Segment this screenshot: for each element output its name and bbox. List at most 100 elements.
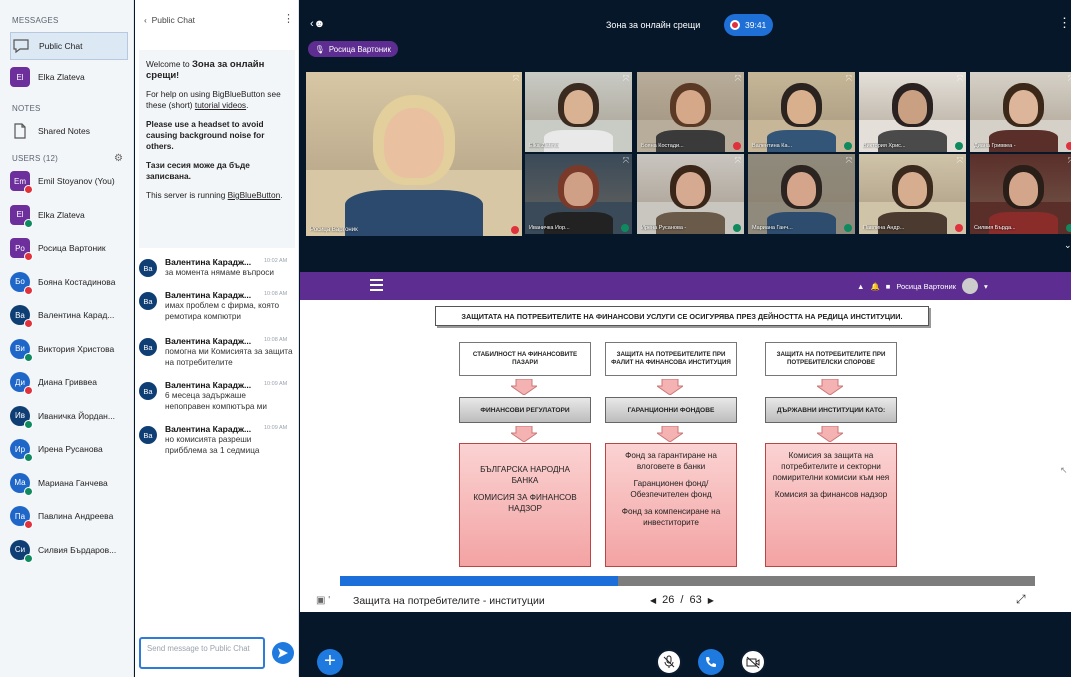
video-tile[interactable]: ⤧ Иваничка Йор...: [525, 154, 632, 234]
expand-icon[interactable]: ⤧: [846, 74, 852, 84]
video-tile[interactable]: ⤧ Мариана Ганч...: [748, 154, 855, 234]
video-tile[interactable]: ⤧ Росица Вартоник: [306, 72, 522, 236]
prev-slide-button[interactable]: ◀: [650, 596, 656, 605]
message-time: 10:09 AM: [264, 425, 288, 431]
recording-indicator[interactable]: 39:41: [724, 14, 773, 36]
gear-icon[interactable]: ⚙: [114, 153, 123, 164]
talking-name: Росица Вартоник: [328, 44, 391, 54]
video-tile[interactable]: ⤧ Павлина Андр...: [859, 154, 966, 234]
chevron-down-icon[interactable]: ▾: [984, 282, 988, 291]
mic-on-icon: [1066, 224, 1071, 232]
user-list-item[interactable]: Ва Валентина Карад...: [10, 301, 128, 329]
user-list-item[interactable]: Ив Иваничка Йордан...: [10, 402, 128, 430]
menu-icon[interactable]: [370, 279, 383, 291]
welcome-message: Welcome to Зона за онлайн срещи! For hel…: [139, 50, 295, 248]
message-time: 10:02 AM: [264, 258, 288, 264]
user-list-item[interactable]: Ди Диана Гриввеа: [10, 368, 128, 396]
user-name: Валентина Карад...: [38, 310, 115, 320]
send-button[interactable]: [272, 642, 294, 664]
more-options-icon[interactable]: ⋮: [283, 12, 294, 25]
avatar: Ир: [10, 439, 33, 462]
user-list-item[interactable]: Па Павлина Андреева: [10, 502, 128, 530]
sender-name: Валентина Карадж...: [165, 424, 252, 434]
slide-title: ЗАЩИТАТА НА ПОТРЕБИТЕЛИТЕ НА ФИНАНСОВИ У…: [435, 306, 929, 326]
user-list-item[interactable]: Ви Виктория Христова: [10, 335, 128, 363]
user-list-item[interactable]: Ма Мариана Ганчева: [10, 469, 128, 497]
expand-icon[interactable]: ⤧: [1068, 74, 1071, 84]
chat-title: Public Chat: [151, 15, 196, 25]
slides-icon[interactable]: ▣ ': [316, 595, 330, 606]
user-list-item[interactable]: Бо Бояна Костадинова: [10, 268, 128, 296]
video-tile[interactable]: ⤧ Ирена Русанова -: [637, 154, 744, 234]
leave-audio-button[interactable]: [698, 649, 724, 675]
mic-on-icon: [24, 453, 33, 462]
user-name: Мариана Ганчева: [38, 477, 108, 488]
mic-on-icon: [24, 352, 33, 362]
actions-button[interactable]: +: [317, 649, 343, 675]
arrow-down-icon: [815, 378, 845, 396]
avatar: Ва: [139, 292, 157, 310]
institution-name: Комисия за финансов надзор: [774, 490, 888, 499]
shared-notes-item[interactable]: Shared Notes: [10, 117, 128, 145]
notification-icon[interactable]: 🔔: [870, 282, 879, 291]
user-list-item[interactable]: Ир Ирена Русанова: [10, 435, 128, 463]
video-tile[interactable]: ⤧ Диана Гриввеа -: [970, 72, 1071, 152]
record-icon: [730, 20, 740, 30]
avatar: Си: [10, 539, 33, 563]
chat-header[interactable]: ‹ Public Chat: [144, 15, 195, 25]
total-pages: 63: [689, 594, 702, 606]
current-page[interactable]: 26: [662, 594, 674, 606]
institution-name: БЪЛГАРСКА НАРОДНА БАНКА: [480, 465, 570, 485]
mic-on-icon: [24, 419, 33, 429]
presenter-avatar[interactable]: [961, 278, 978, 294]
pin-icon[interactable]: ▲: [857, 282, 864, 291]
presenter-name: Росица Вартоник: [896, 281, 956, 291]
expand-icon[interactable]: ⤧: [1068, 156, 1071, 166]
next-slide-button[interactable]: ▶: [708, 596, 714, 605]
user-list-toggle-icon[interactable]: ‹☻: [310, 18, 325, 30]
private-chat-elka[interactable]: El Elka Zlateva: [10, 63, 128, 91]
presentation-footer: ▣ ' Защита на потребителите - институции…: [300, 590, 1071, 612]
sender-name: Валентина Карадж...: [165, 380, 252, 390]
slide-progress-bar[interactable]: [340, 576, 1035, 586]
expand-icon[interactable]: ⤧: [623, 74, 629, 84]
expand-icon[interactable]: ⤧: [735, 74, 741, 84]
bbb-link[interactable]: BigBlueButton: [228, 190, 281, 200]
participant-face: [786, 171, 817, 206]
user-list-item[interactable]: Po Росица Вартоник: [10, 234, 128, 262]
mute-button[interactable]: [656, 649, 682, 675]
video-tile[interactable]: ⤧ Бояна Костади...: [637, 72, 744, 152]
video-tile[interactable]: ⤧ Валентина Ка...: [748, 72, 855, 152]
fullscreen-icon[interactable]: ⤢: [1016, 592, 1026, 607]
expand-icon[interactable]: ⤧: [735, 156, 741, 166]
avatar: El: [10, 204, 33, 228]
avatar: Ви: [10, 338, 33, 362]
message-time: 10:08 AM: [264, 291, 288, 297]
participant-face: [1008, 89, 1039, 124]
video-tile[interactable]: ⤧ Виктория Хрис...: [859, 72, 966, 152]
share-camera-button[interactable]: [740, 649, 766, 675]
video-tile[interactable]: ⤧ Силвия Бърда...: [970, 154, 1071, 234]
video-tile[interactable]: ⤧ Elka Zlateva: [525, 72, 632, 152]
user-name: Emil Stoyanov (You): [38, 176, 115, 186]
expand-icon[interactable]: ⤧: [513, 74, 519, 84]
user-list-item[interactable]: El Elka Zlateva: [10, 201, 128, 229]
chat-message-input[interactable]: Send message to Public Chat: [139, 637, 265, 669]
tutorial-link[interactable]: tutorial videos: [195, 100, 246, 110]
chevron-left-icon: ‹: [144, 15, 147, 25]
public-chat-label: Public Chat: [39, 41, 83, 51]
public-chat-item[interactable]: Public Chat: [10, 32, 128, 60]
user-list-item[interactable]: Си Силвия Бърдаров...: [10, 536, 128, 564]
participant-face: [675, 171, 706, 206]
expand-icon[interactable]: ⤧: [623, 156, 629, 166]
expand-icon[interactable]: ⤧: [957, 156, 963, 166]
expand-icon[interactable]: ⤧: [846, 156, 852, 166]
collapse-icon[interactable]: ⌄: [1064, 240, 1071, 251]
camera-off-icon: [746, 656, 760, 669]
slide: ЗАЩИТАТА НА ПОТРЕБИТЕЛИТЕ НА ФИНАНСОВИ У…: [337, 300, 1037, 568]
participant-name: Бояна Костади...: [641, 143, 684, 149]
expand-icon[interactable]: ⤧: [957, 74, 963, 84]
user-list-sidebar: MESSAGES Public Chat El Elka Zlateva NOT…: [0, 0, 134, 677]
user-list-item[interactable]: Em Emil Stoyanov (You): [10, 167, 128, 195]
options-icon[interactable]: ⋮: [1058, 15, 1071, 31]
